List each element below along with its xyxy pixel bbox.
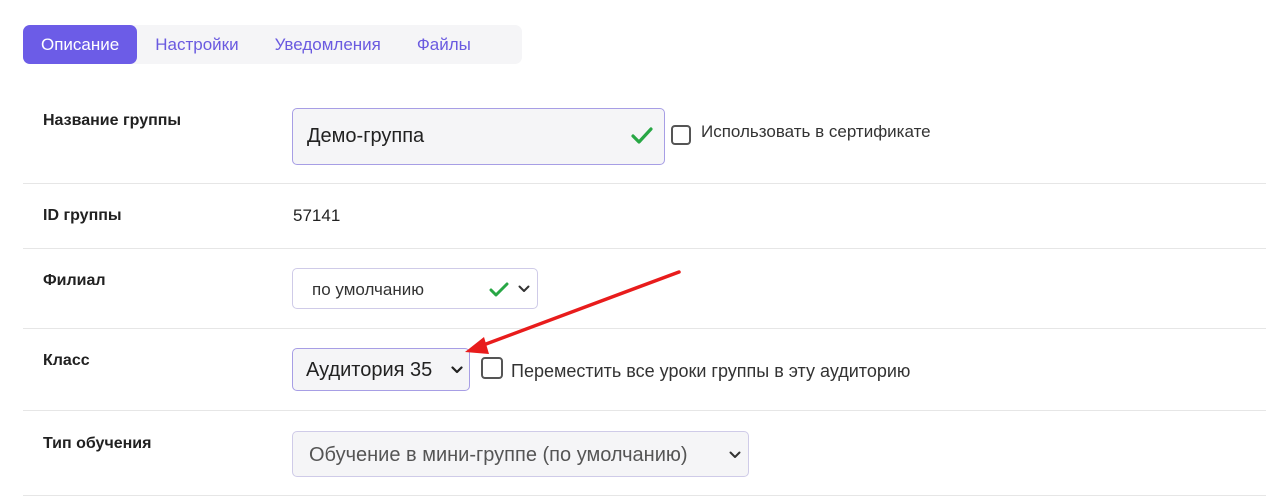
annotation-arrow (465, 270, 681, 354)
